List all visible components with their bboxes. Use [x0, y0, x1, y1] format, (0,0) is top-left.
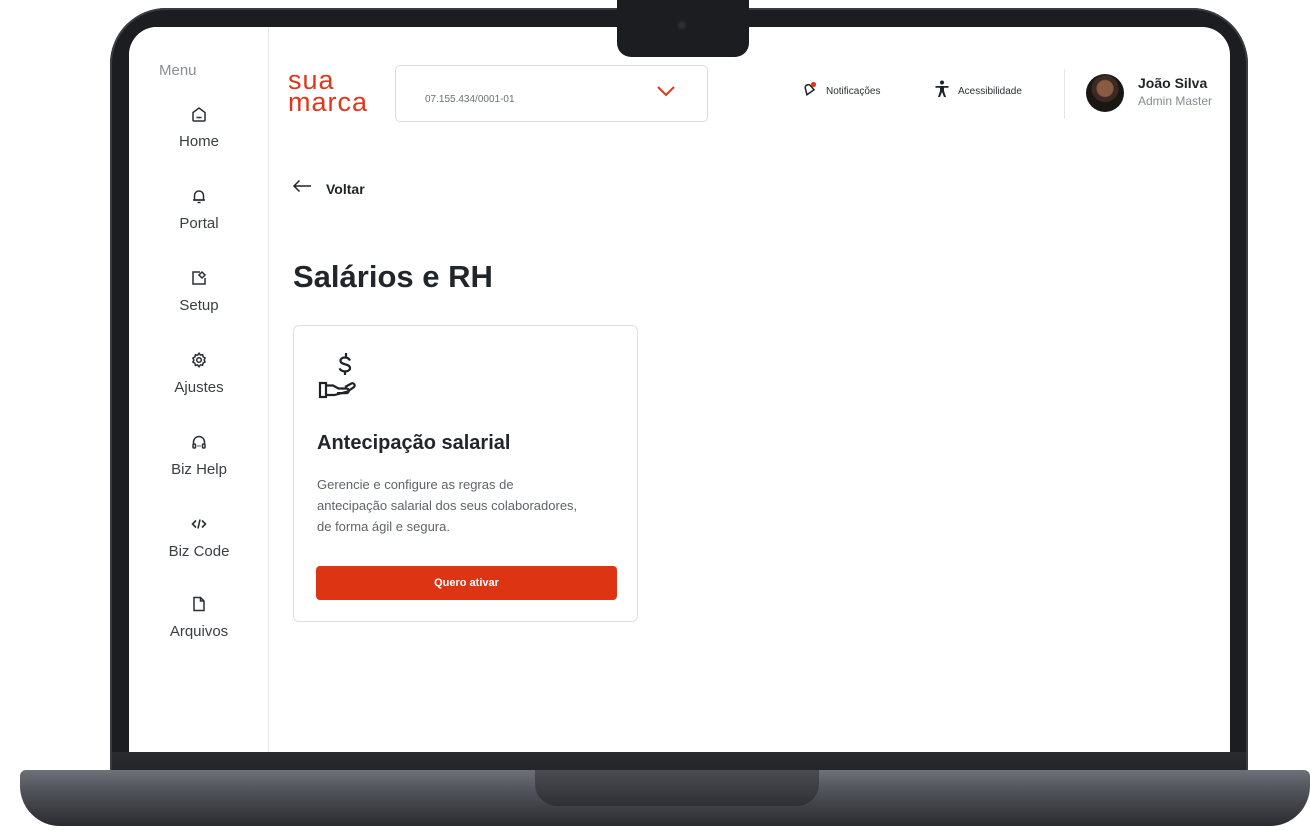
sidebar-item-biz-help[interactable]: Biz Help — [129, 432, 269, 492]
back-button[interactable]: Voltar — [292, 179, 365, 198]
accessibility-label: Acessibilidade — [958, 86, 1022, 97]
bell-icon — [189, 186, 209, 206]
sidebar-item-label: Portal — [179, 215, 219, 232]
sidebar-item-label: Biz Code — [168, 543, 230, 560]
sidebar-item-label: Ajustes — [174, 379, 224, 396]
chevron-down-icon — [656, 84, 676, 103]
sidebar-item-label: Biz Help — [171, 461, 227, 478]
card-description: Gerencie e configure as regras de anteci… — [317, 477, 578, 534]
file-icon — [189, 594, 209, 614]
sidebar-item-arquivos[interactable]: Arquivos — [129, 594, 269, 654]
app-screen: Menu Home Portal Setup Ajustes Biz Help … — [129, 27, 1230, 752]
camera-notch — [617, 0, 749, 57]
sidebar-title: Menu — [159, 62, 197, 79]
sidebar-item-setup[interactable]: Setup — [129, 268, 269, 328]
sidebar-item-label: Arquivos — [169, 623, 229, 640]
activate-button[interactable]: Quero ativar — [316, 566, 617, 600]
card-title: Antecipação salarial — [317, 432, 511, 454]
accessibility-button[interactable]: Acessibilidade — [934, 80, 1022, 103]
company-select[interactable]: 07.155.434/0001-01 — [395, 65, 708, 122]
camera-icon — [677, 20, 687, 30]
sidebar-item-biz-code[interactable]: Biz Code — [129, 514, 269, 574]
notifications-button[interactable]: Notificações — [800, 80, 880, 103]
home-icon — [189, 104, 209, 124]
brand-logo[interactable]: sua marca — [288, 67, 369, 117]
setup-icon — [189, 268, 209, 288]
sidebar-item-label: Home — [178, 133, 219, 150]
bell-alert-icon — [800, 80, 818, 103]
avatar[interactable] — [1086, 74, 1124, 112]
back-label: Voltar — [326, 180, 365, 197]
logo-line-2: marca — [288, 87, 369, 117]
code-icon — [189, 514, 209, 534]
accessibility-icon — [934, 80, 950, 103]
company-select-value: 07.155.434/0001-01 — [425, 94, 515, 105]
notifications-label: Notificações — [826, 86, 881, 97]
sidebar-item-ajustes[interactable]: Ajustes — [129, 350, 269, 410]
sidebar-item-portal[interactable]: Portal — [129, 186, 269, 246]
arrow-left-icon — [292, 179, 312, 198]
sidebar: Menu Home Portal Setup Ajustes Biz Help … — [129, 27, 269, 752]
salary-hand-icon — [318, 350, 358, 405]
user-name: João Silva — [1138, 75, 1208, 91]
header-divider — [1064, 69, 1065, 119]
headset-icon — [189, 432, 209, 452]
page-title: Salários e RH — [293, 259, 493, 294]
sidebar-item-home[interactable]: Home — [129, 104, 269, 164]
salary-advance-card: Antecipação salarial Gerencie e configur… — [293, 325, 638, 622]
laptop-base-notch — [535, 770, 819, 806]
sidebar-item-label: Setup — [179, 297, 219, 314]
gear-icon — [189, 350, 209, 370]
user-role: Admin Master — [1138, 94, 1213, 108]
